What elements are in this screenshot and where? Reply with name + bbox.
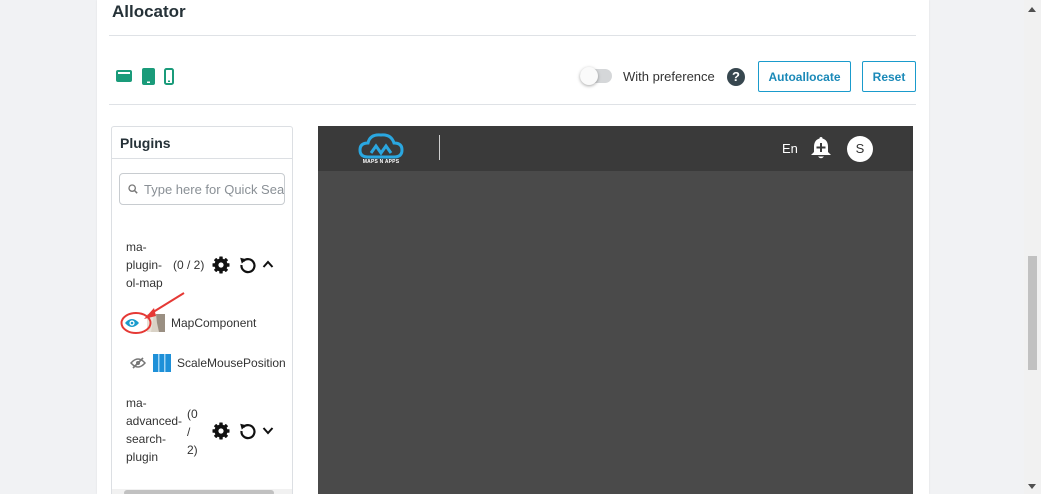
preference-label: With preference	[623, 69, 715, 84]
preview-header-bar: MAPS N APPS En S	[318, 126, 913, 171]
horizontal-scrollbar[interactable]	[112, 489, 292, 494]
settings-gear-icon[interactable]	[211, 255, 231, 275]
autoallocate-button[interactable]: Autoallocate	[758, 61, 851, 92]
logo-text: MAPS N APPS	[362, 159, 400, 165]
eye-hidden-icon[interactable]	[130, 357, 146, 369]
quick-search-input[interactable]	[144, 181, 284, 197]
layout-preview: MAPS N APPS En S	[318, 126, 913, 494]
settings-gear-icon[interactable]	[211, 421, 231, 441]
plugin-group-count: (0 / 2)	[173, 258, 205, 272]
scroll-up-arrow-icon[interactable]	[1028, 7, 1036, 12]
user-avatar[interactable]: S	[847, 136, 873, 162]
desktop-view-button[interactable]	[116, 67, 132, 85]
plugin-group-name: ma-advanced-search-plugin	[126, 396, 183, 464]
scroll-down-arrow-icon[interactable]	[1028, 484, 1036, 489]
divider	[109, 35, 916, 36]
scrollbar-thumb[interactable]	[1028, 256, 1037, 370]
mobile-view-button[interactable]	[163, 67, 175, 85]
eye-visible-icon[interactable]	[124, 317, 140, 329]
search-icon	[128, 184, 138, 194]
desktop-icon	[116, 70, 132, 82]
plugin-item-label: MapComponent	[171, 316, 257, 330]
reset-rotate-icon[interactable]	[238, 421, 258, 441]
plugins-header: Plugins	[112, 127, 292, 159]
language-selector[interactable]: En	[782, 141, 798, 156]
quick-search-box[interactable]	[119, 173, 285, 205]
tablet-icon	[141, 67, 155, 85]
plugin-group-count: (0 / 2)	[187, 407, 198, 457]
divider	[109, 104, 916, 105]
vertical-scrollbar[interactable]	[1024, 0, 1041, 494]
map-component-thumbnail-icon	[147, 314, 165, 332]
notification-bell-icon[interactable]	[810, 136, 832, 160]
reset-rotate-icon[interactable]	[238, 255, 258, 275]
reset-button[interactable]: Reset	[862, 61, 916, 92]
plugin-item[interactable]: MapComponent	[124, 313, 256, 333]
plugin-item-label: ScaleMousePosition	[177, 356, 286, 370]
help-icon[interactable]: ?	[727, 68, 745, 86]
plugins-panel: Plugins ma-plugin-ol-map (0 / 2) MapComp…	[111, 126, 293, 494]
chevron-down-icon[interactable]	[262, 426, 274, 436]
plugin-item[interactable]: ScaleMousePosition	[124, 353, 286, 373]
preference-toggle[interactable]	[580, 67, 612, 85]
scale-mouse-position-thumbnail-icon	[153, 354, 171, 372]
chevron-up-icon[interactable]	[262, 259, 274, 269]
page-title: Allocator	[112, 2, 186, 21]
plugin-group-name: ma-plugin-ol-map	[126, 240, 163, 290]
tablet-view-button[interactable]	[141, 67, 155, 85]
cloud-logo-icon	[358, 133, 404, 159]
mobile-icon	[164, 67, 174, 85]
maps-n-apps-logo: MAPS N APPS	[356, 132, 406, 168]
header-divider	[439, 135, 440, 160]
